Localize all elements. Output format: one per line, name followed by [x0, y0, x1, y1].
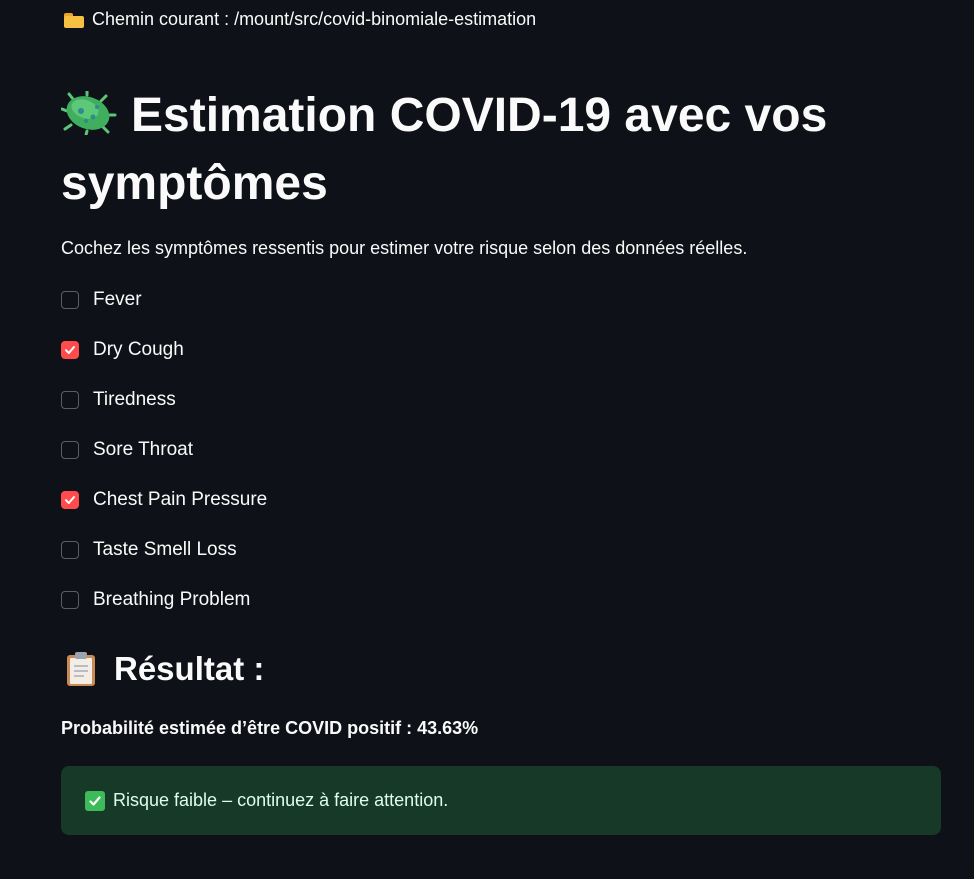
symptom-label: Sore Throat [93, 439, 193, 460]
checkbox[interactable] [61, 591, 79, 609]
symptom-checkbox-row[interactable]: Tiredness [61, 388, 661, 412]
current-path-label: Chemin courant : /mount/src/covid-binomi… [92, 9, 537, 29]
current-path: Chemin courant : /mount/src/covid-binomi… [64, 9, 536, 30]
checkmark-icon [65, 346, 75, 354]
symptom-label: Dry Cough [93, 339, 184, 360]
symptom-list: Fever Dry Cough Tiredness Sore Throat Chest … [61, 288, 661, 638]
symptom-checkbox-row[interactable]: Taste Smell Loss [61, 538, 661, 562]
symptom-label: Tiredness [93, 389, 176, 410]
symptom-checkbox-row[interactable]: Chest Pain Pressure [61, 488, 661, 512]
open-folder-icon [64, 12, 84, 28]
checkmark-icon [65, 496, 75, 504]
checkbox[interactable] [61, 491, 79, 509]
symptom-checkbox-row[interactable]: Dry Cough [61, 338, 661, 362]
symptom-label: Chest Pain Pressure [93, 489, 268, 510]
microbe-icon [61, 91, 117, 135]
checkbox[interactable] [61, 441, 79, 459]
checkbox[interactable] [61, 391, 79, 409]
symptom-checkbox-row[interactable]: Breathing Problem [61, 588, 661, 612]
result-heading-text: Résultat : [114, 650, 265, 687]
page-title: Estimation COVID-19 avec vos symptômes [61, 82, 921, 218]
result-heading: Résultat : [66, 650, 264, 688]
checkbox[interactable] [61, 541, 79, 559]
instructions-text: Cochez les symptômes ressentis pour esti… [61, 238, 748, 258]
app-page: Chemin courant : /mount/src/covid-binomi… [0, 0, 974, 879]
checkbox[interactable] [61, 291, 79, 309]
symptom-label: Fever [93, 289, 142, 310]
checkbox[interactable] [61, 341, 79, 359]
probability-text: Probabilité estimée d’être COVID positif… [61, 718, 479, 738]
symptom-checkbox-row[interactable]: Sore Throat [61, 438, 661, 462]
symptom-checkbox-row[interactable]: Fever [61, 288, 661, 312]
symptom-label: Breathing Problem [93, 589, 251, 610]
check-mark-icon [85, 790, 105, 811]
success-alert: Risque faible – continuez à faire attent… [61, 766, 941, 835]
clipboard-icon [67, 652, 95, 686]
symptom-label: Taste Smell Loss [93, 539, 237, 560]
page-title-text: Estimation COVID-19 avec vos symptômes [61, 89, 828, 210]
alert-message: Risque faible – continuez à faire attent… [113, 790, 449, 810]
